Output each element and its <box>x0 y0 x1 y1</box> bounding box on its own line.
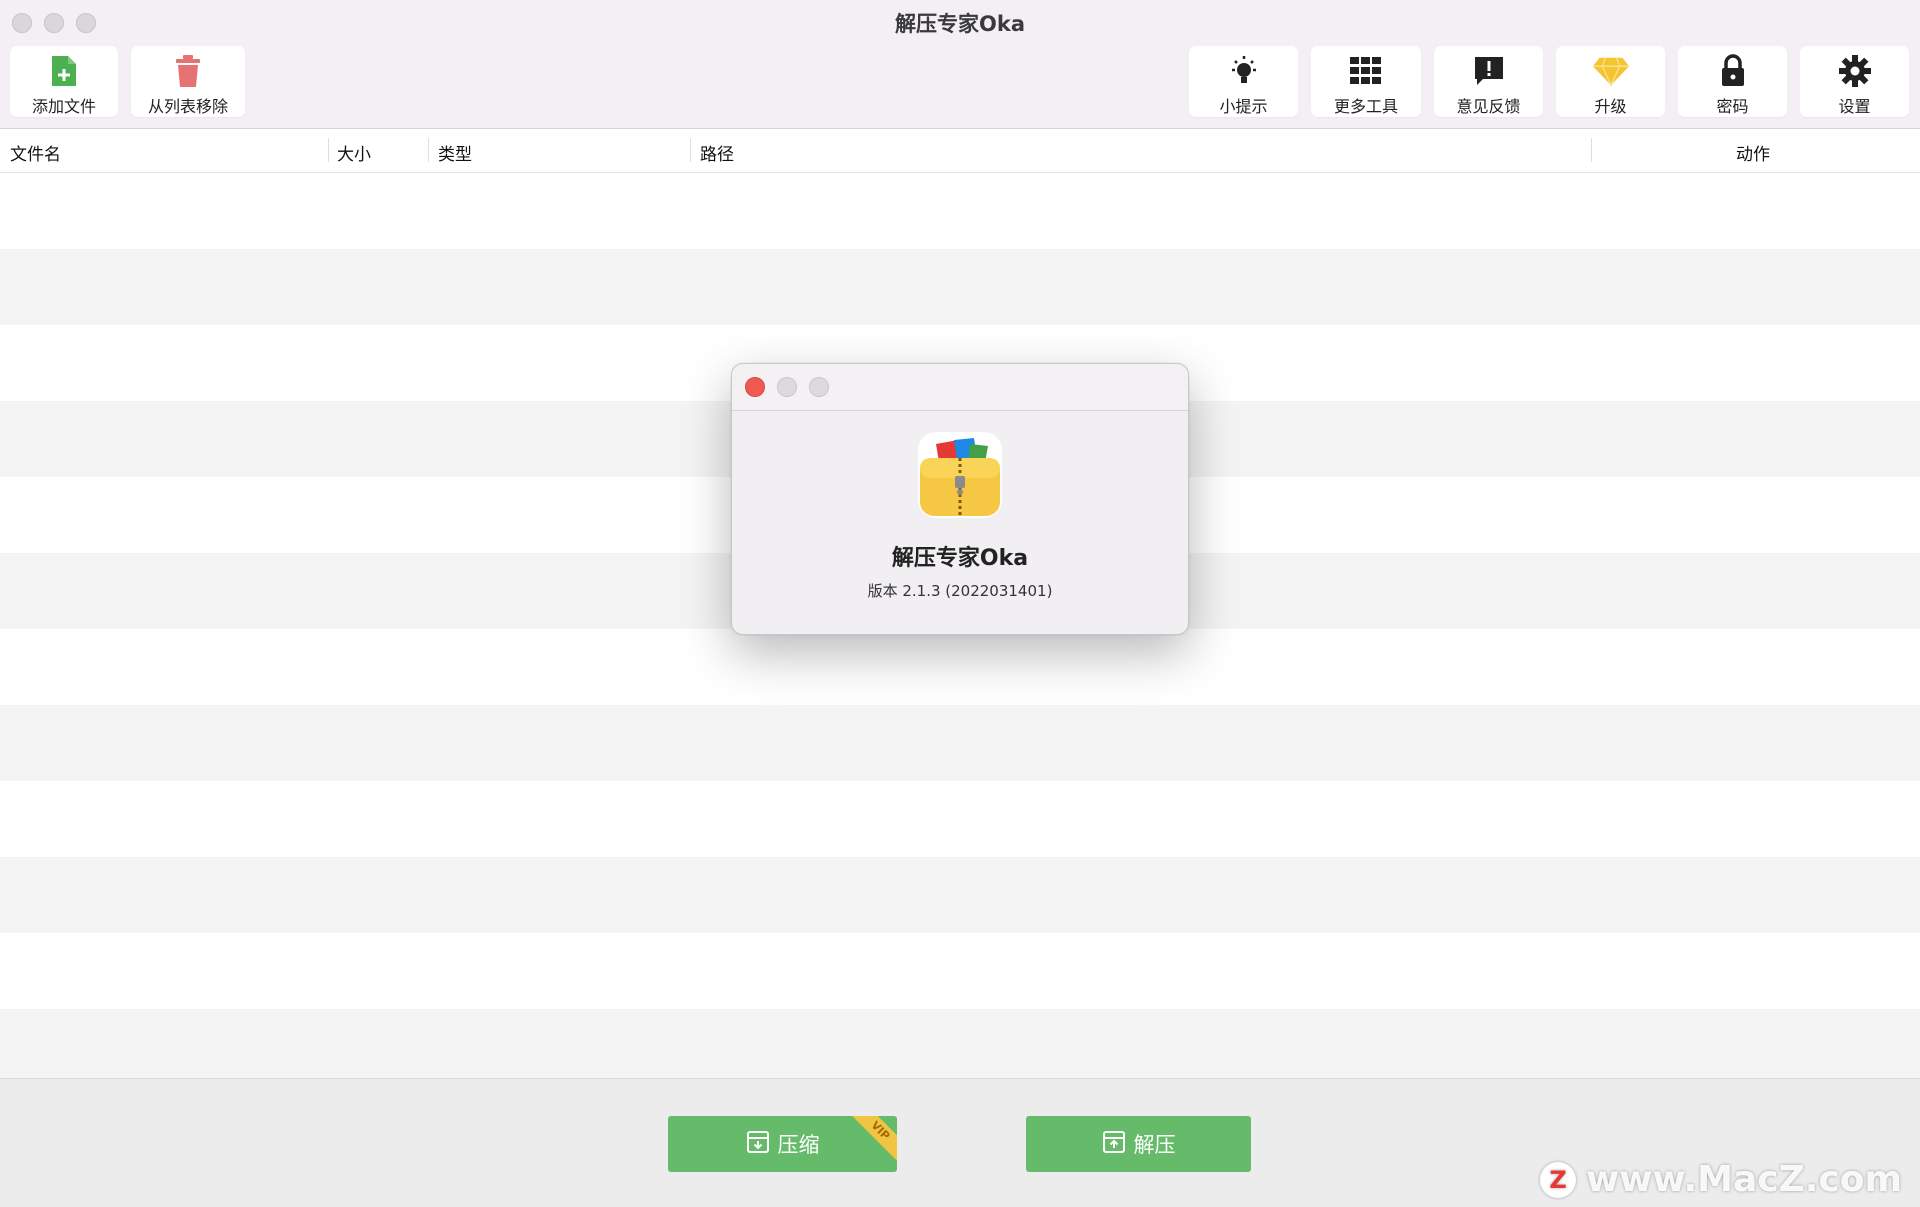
column-divider[interactable] <box>428 138 429 162</box>
column-filename[interactable]: 文件名 <box>10 140 61 165</box>
settings-label: 设置 <box>1838 97 1871 116</box>
column-action[interactable]: 动作 <box>1736 140 1770 165</box>
dialog-window-controls <box>745 377 829 397</box>
dialog-zoom-button <box>809 377 829 397</box>
column-divider[interactable] <box>1591 138 1592 162</box>
file-table-header: 文件名 大小 类型 路径 动作 <box>0 129 1920 173</box>
archive-in-icon <box>746 1130 770 1159</box>
about-app-name: 解压专家Oka <box>891 546 1029 571</box>
settings-button[interactable]: 设置 <box>1800 46 1909 117</box>
trash-icon <box>169 52 207 90</box>
extract-label: 解压 <box>1133 1133 1176 1157</box>
tips-label: 小提示 <box>1219 97 1268 116</box>
table-row <box>0 1009 1920 1085</box>
feedback-button[interactable]: 意见反馈 <box>1434 46 1543 117</box>
upgrade-label: 升级 <box>1594 97 1627 116</box>
dialog-titlebar <box>732 364 1188 411</box>
lightbulb-icon <box>1225 52 1263 90</box>
table-row <box>0 173 1920 249</box>
column-divider[interactable] <box>690 138 691 162</box>
file-add-icon <box>45 52 83 90</box>
password-label: 密码 <box>1716 97 1749 116</box>
about-version: 版本 2.1.3 (2022031401) <box>867 582 1053 600</box>
extract-button[interactable]: 解压 <box>1026 1116 1251 1172</box>
table-row <box>0 249 1920 325</box>
site-watermark: Z www.MacZ.com <box>1540 1159 1902 1200</box>
remove-from-list-button[interactable]: 从列表移除 <box>131 46 245 117</box>
add-file-label: 添加文件 <box>31 97 96 116</box>
more-tools-label: 更多工具 <box>1333 97 1398 116</box>
table-row <box>0 629 1920 705</box>
dialog-minimize-button <box>777 377 797 397</box>
column-divider[interactable] <box>328 138 329 162</box>
feedback-icon <box>1470 52 1508 90</box>
compress-button[interactable]: 压缩 VIP <box>668 1116 897 1172</box>
column-path[interactable]: 路径 <box>700 140 734 165</box>
upgrade-button[interactable]: 升级 <box>1556 46 1665 117</box>
about-dialog: 解压专家Oka 版本 2.1.3 (2022031401) <box>731 363 1189 635</box>
remove-from-list-label: 从列表移除 <box>147 97 228 116</box>
add-file-button[interactable]: 添加文件 <box>10 46 118 117</box>
dialog-close-button[interactable] <box>745 377 765 397</box>
table-row <box>0 781 1920 857</box>
grid-icon <box>1347 52 1385 90</box>
feedback-label: 意见反馈 <box>1456 97 1521 116</box>
lock-icon <box>1714 52 1752 90</box>
bottom-action-bar: 压缩 VIP 解压 Z www.MacZ.com <box>0 1078 1920 1207</box>
compress-label: 压缩 <box>777 1133 820 1157</box>
watermark-logo: Z <box>1540 1161 1577 1198</box>
diamond-icon <box>1592 52 1630 90</box>
column-size[interactable]: 大小 <box>337 140 371 165</box>
window-title: 解压专家Oka <box>895 12 1025 36</box>
archive-out-icon <box>1102 1130 1126 1159</box>
more-tools-button[interactable]: 更多工具 <box>1311 46 1421 117</box>
column-type[interactable]: 类型 <box>438 140 472 165</box>
app-window: 解压专家Oka 添加文件 从列表移除 小提示 更多工具 意见反馈 升级 密码 设… <box>0 0 1920 1207</box>
app-logo-icon <box>918 432 1002 522</box>
table-row <box>0 857 1920 933</box>
table-row <box>0 705 1920 781</box>
vip-badge: VIP <box>848 1116 897 1163</box>
tips-button[interactable]: 小提示 <box>1189 46 1298 117</box>
table-row <box>0 933 1920 1009</box>
password-button[interactable]: 密码 <box>1678 46 1787 117</box>
watermark-text: www.MacZ.com <box>1586 1159 1902 1200</box>
title-toolbar: 解压专家Oka 添加文件 从列表移除 小提示 更多工具 意见反馈 升级 密码 设… <box>0 0 1920 129</box>
gear-icon <box>1836 52 1874 90</box>
